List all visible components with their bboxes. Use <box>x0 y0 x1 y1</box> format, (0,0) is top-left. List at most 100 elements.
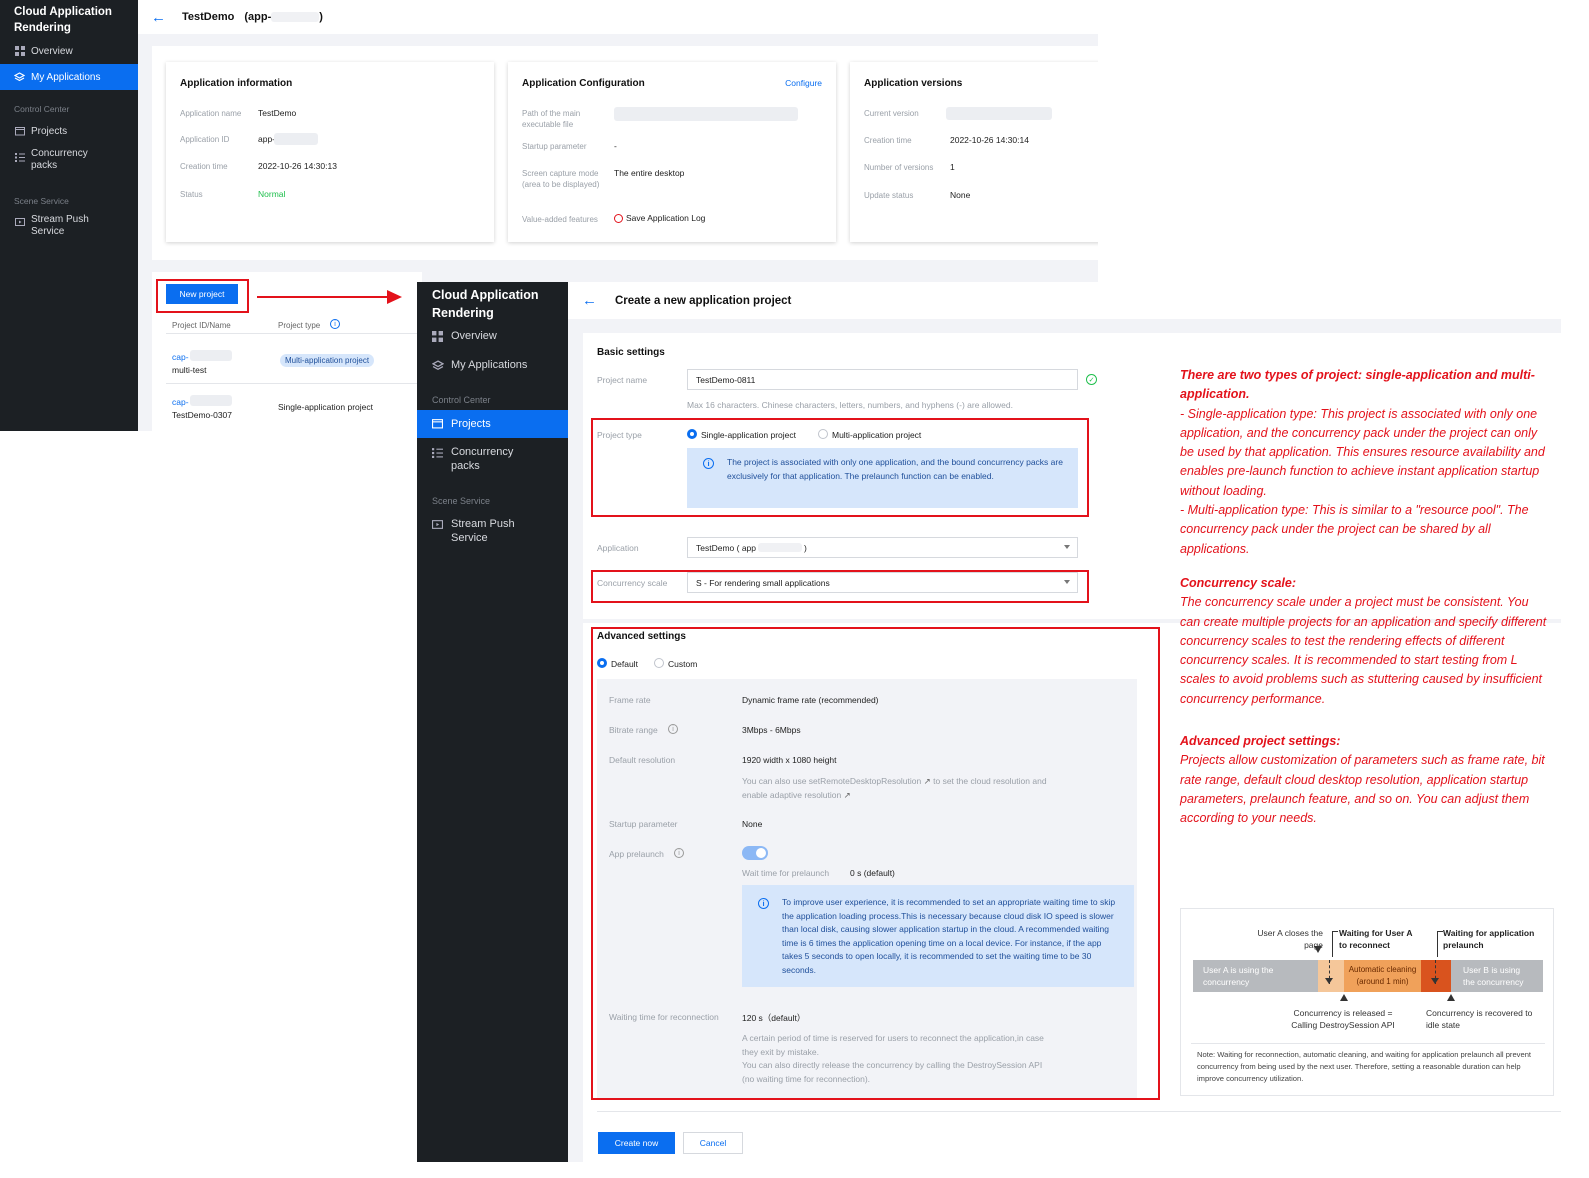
annotation-single: - Single-application type: This project … <box>1180 406 1545 498</box>
app-id-prefix: (app- <box>244 11 272 23</box>
sidebar-item-stream-push[interactable]: Stream Push Service <box>0 214 138 244</box>
app-versions-card: Application versions Current version Cre… <box>850 62 1098 242</box>
sidebar-item-label: Projects <box>31 125 68 137</box>
features-value: Save Application Log <box>614 213 705 223</box>
stream-icon <box>14 216 25 227</box>
features-label: Value-added features <box>522 215 598 224</box>
project-type-badge: Multi-application project <box>280 354 375 367</box>
sidebar-item-stream-push[interactable]: Stream Push Service <box>417 518 568 548</box>
sidebar-item-label: Stream Push Service <box>31 214 89 237</box>
layers-icon <box>432 360 444 372</box>
card-title: Application Configuration <box>522 78 645 89</box>
annotation-advanced: Advanced project settings: Projects allo… <box>1180 732 1550 828</box>
features-text: Save Application Log <box>626 213 706 223</box>
cancel-button[interactable]: Cancel <box>683 1132 743 1154</box>
project-name: multi-test <box>172 365 207 375</box>
status-label: Status <box>180 190 203 199</box>
project-id-link[interactable]: cap- <box>172 397 189 407</box>
section-scene-service: Scene Service <box>432 496 491 506</box>
page-title: TestDemo <box>182 11 235 23</box>
highlight-new-project <box>156 279 249 313</box>
sidebar-item-label: Stream Push Service <box>451 518 515 544</box>
label-waiting-user: Waiting for User A to reconnect <box>1339 928 1413 950</box>
card-title: Application information <box>180 78 293 89</box>
project-id-link[interactable]: cap- <box>172 352 189 362</box>
redacted-id <box>190 395 232 406</box>
segment-user-b: User B is using the concurrency <box>1451 960 1543 992</box>
app-cards-area: Application information Application name… <box>152 46 1098 260</box>
card-title: Application versions <box>864 78 963 89</box>
redacted-id <box>274 133 318 145</box>
table-row: cap- TestDemo-0307 Single-application pr… <box>166 386 422 430</box>
annotation-body: Projects allow customization of paramete… <box>1180 753 1545 826</box>
sidebar-item-label: My Applications <box>31 71 101 83</box>
folder-icon <box>14 126 25 137</box>
col-project-type: Project type <box>278 321 321 330</box>
page-title: Create a new application project <box>615 294 792 307</box>
configure-link[interactable]: Configure <box>785 78 822 88</box>
check-circle-icon: ✓ <box>1086 374 1097 385</box>
sidebar: Cloud Application Rendering Overview My … <box>0 0 138 431</box>
sidebar-item-projects[interactable]: Projects <box>417 410 568 438</box>
page-header: ← TestDemo (app- ) <box>138 0 1098 34</box>
sidebar-item-label: Concurrency packs <box>31 148 88 171</box>
bracket <box>1332 931 1338 957</box>
chevron-down-icon <box>1064 545 1070 549</box>
back-arrow-icon[interactable]: ← <box>151 9 166 26</box>
section-scene-service: Scene Service <box>14 196 69 206</box>
layers-icon <box>14 71 25 83</box>
segment-waiting-reconnect <box>1318 960 1344 992</box>
highlight-project-type <box>591 418 1089 517</box>
bracket <box>1437 931 1443 957</box>
label-user-a-closes: User A closes the page <box>1257 928 1323 950</box>
application-label: Application <box>597 543 639 553</box>
diagram-note: Note: Waiting for reconnection, automati… <box>1197 1050 1532 1083</box>
folder-icon <box>432 418 444 430</box>
section-control-center: Control Center <box>14 104 70 114</box>
grid-icon <box>14 46 25 57</box>
arrow-right-icon <box>257 290 402 304</box>
app-name-value: TestDemo <box>258 108 297 118</box>
sidebar-item-overview[interactable]: Overview <box>0 38 138 64</box>
stream-icon <box>432 519 444 531</box>
version-created-label: Creation time <box>864 136 912 145</box>
label-recovered: Concurrency is recovered to idle state <box>1426 1008 1533 1030</box>
sidebar-item-overview[interactable]: Overview <box>417 330 568 352</box>
concurrency-timeline-diagram: User A closes the page Waiting for User … <box>1180 908 1554 1096</box>
list-icon <box>14 151 25 162</box>
arrow-up-icon <box>1340 994 1348 1001</box>
path-label: Path of the main executable file <box>522 109 581 129</box>
segment-waiting-prelaunch <box>1421 960 1451 992</box>
sidebar-item-my-applications[interactable]: My Applications <box>417 359 568 381</box>
sidebar-item-concurrency-packs[interactable]: Concurrency packs <box>417 446 568 476</box>
annotation-project-types: There are two types of project: single-a… <box>1180 366 1550 559</box>
project-type: Single-application project <box>278 402 373 412</box>
project-name-hint: Max 16 characters. Chinese characters, l… <box>687 400 1013 410</box>
arrow-down-icon <box>1431 978 1439 984</box>
app-info-card: Application information Application name… <box>166 62 494 242</box>
annotation-multi: - Multi-application type: This is simila… <box>1180 503 1529 556</box>
info-icon[interactable]: i <box>330 319 340 329</box>
redacted-id <box>271 12 320 22</box>
grid-icon <box>432 331 444 343</box>
sidebar-item-concurrency-packs[interactable]: Concurrency packs <box>0 148 138 178</box>
create-now-button[interactable]: Create now <box>598 1132 675 1154</box>
app-config-card: Application Configuration Configure Path… <box>508 62 836 242</box>
application-suffix: ) <box>804 542 807 553</box>
annotation-title: Advanced project settings: <box>1180 734 1341 748</box>
application-select[interactable]: TestDemo ( app ) <box>687 537 1078 558</box>
application-value: TestDemo ( app <box>696 542 756 553</box>
arrow-down-icon <box>1314 946 1322 953</box>
sidebar-item-my-applications[interactable]: My Applications <box>0 64 138 90</box>
sidebar-item-projects[interactable]: Projects <box>0 118 138 144</box>
section-title: Basic settings <box>597 347 665 358</box>
app-id-suffix: ) <box>319 11 323 23</box>
project-name-input[interactable]: TestDemo-0811 <box>687 369 1078 390</box>
app-id-value: app- <box>258 134 276 144</box>
divider <box>1191 1043 1545 1044</box>
sidebar-item-label: Projects <box>451 418 491 430</box>
label-waiting-prelaunch: Waiting for application prelaunch <box>1443 928 1535 950</box>
label-released: Concurrency is released = Calling Destro… <box>1291 1008 1395 1030</box>
back-arrow-icon[interactable]: ← <box>582 292 597 309</box>
sidebar-item-label: Concurrency packs <box>451 446 514 472</box>
